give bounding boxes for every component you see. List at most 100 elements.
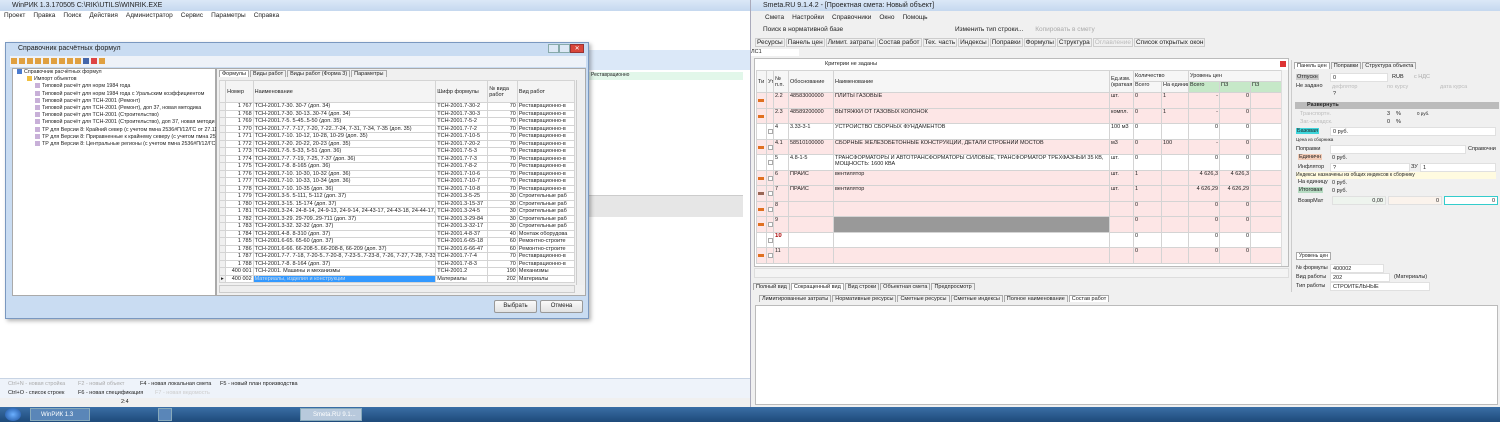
table-row[interactable]: 1 783 ТСН-2001.3-32. 32-32 (доп. 37) ТСН-2… [218, 222, 576, 231]
column-header-unit[interactable]: Ед.изм. (краткая [1109, 70, 1134, 93]
tab-2[interactable]: Лимит. затраты [825, 38, 876, 47]
lower-tab-3[interactable]: Сметные индексы [950, 295, 1003, 302]
table-row[interactable]: ▸ 400 002 Материалы, изделия и конструкции… [218, 274, 576, 283]
table-row[interactable]: 4 3.33-3-1 УСТРОЙСТВО СБОРНЫХ ФУНДАМЕНТОВ 1… [756, 123, 1284, 140]
table-row[interactable]: 9000 [756, 216, 1284, 233]
tab-8[interactable]: Структура [1056, 38, 1092, 47]
tree-item[interactable]: ТР для Версии 8: Крайний север (с учетом… [13, 127, 217, 134]
menu-item[interactable]: Проект [4, 12, 25, 19]
horizontal-scrollbar[interactable] [219, 285, 575, 293]
table-row[interactable]: 400 001 ТСН-2001. Машины и механизмы ТСН-2… [218, 267, 576, 276]
column-header-pz1[interactable]: ПЗ [1219, 81, 1252, 93]
table-row[interactable]: 1 787 ТСН-2001.7-7. 7-18, 7-20-5..7-20-8,… [218, 252, 576, 261]
table-row[interactable]: 1 781 ТСН-2001.3-24. 24-8-14, 24-9-13, 24… [218, 207, 576, 216]
table-row[interactable]: 1 774 ТСН-2001.7-7. 7-19, 7-25, 7-37 (доп… [218, 154, 576, 163]
close-button[interactable]: ✕ [570, 44, 584, 53]
otpusk-input[interactable]: 0 [1330, 73, 1388, 82]
taskbar-item-icon[interactable] [158, 408, 172, 421]
menu-item[interactable]: Администратор [126, 12, 173, 19]
table-row[interactable]: 11 0 0 0 [756, 247, 1284, 264]
column-header-ut[interactable]: Ут [766, 70, 774, 93]
expand-section[interactable]: Развернуть [1295, 102, 1499, 109]
tab-1[interactable]: Виды работ [249, 70, 287, 77]
view-tab-1[interactable]: Сокращенный вид [790, 283, 844, 290]
checkbox[interactable] [768, 144, 773, 150]
checkbox[interactable] [768, 175, 773, 181]
table-row[interactable]: 1 767 ТСН-2001.7-30. 30-7 (доп. 34) ТСН-20… [218, 102, 576, 111]
column-header[interactable]: Наименование [252, 80, 437, 103]
menu-item[interactable]: Справка [254, 12, 280, 19]
lower-tab-0[interactable]: Лимитированные затраты [759, 295, 832, 302]
column-header-name[interactable]: Наименование [833, 70, 1110, 93]
view-tab-2[interactable]: Вид строки [844, 283, 880, 290]
horizontal-scrollbar[interactable] [754, 268, 1289, 278]
table-row[interactable]: 1 771 ТСН-2001.7-10. 10-12, 10-28, 10-29 … [218, 132, 576, 141]
tab-4[interactable]: Тех. часть [922, 38, 958, 47]
tree-item[interactable]: ТР для Версии 8: Центральные регионы (с … [13, 141, 215, 148]
table-row[interactable]: 1 772 ТСН-2001.7-20. 20-22, 20-23 (доп. 3… [218, 139, 576, 148]
view-tab-3[interactable]: Объектная смета [880, 283, 931, 290]
tab-1[interactable]: Панель цен [785, 38, 825, 47]
view-tab-0[interactable]: Полный вид [753, 283, 790, 290]
change-type-button[interactable]: Изменить тип строки... [955, 26, 1023, 33]
search-norm-button[interactable]: Поиск в нормативной базе [763, 26, 843, 33]
tree-item[interactable]: Справочник расчётных формул [13, 69, 215, 76]
tab-10[interactable]: Список открытых окон [1133, 38, 1206, 47]
column-header-basis[interactable]: Обоснование [788, 70, 834, 93]
tab-6[interactable]: Поправки [989, 38, 1023, 47]
view-icon[interactable] [75, 58, 81, 64]
price-tab-1[interactable]: Поправки [1330, 62, 1362, 69]
table-row[interactable]: 1 780 ТСН-2001.3-15. 15-174 (доп. 37) ТСН-… [218, 199, 576, 208]
select-button[interactable]: Выбрать [494, 300, 537, 313]
taskbar-item-winrik[interactable]: WinРИК 1.3 [30, 408, 90, 421]
menu-item[interactable]: Поиск [63, 12, 81, 19]
table-row[interactable]: 1 776 ТСН-2001.7-10. 10-30, 10-32 (доп. 3… [218, 169, 576, 178]
filter-icon[interactable] [83, 58, 89, 64]
table-row[interactable]: 7 ПРАЙС вентилятор шт. 1 4 626,29 4 626,29 [756, 185, 1284, 202]
lower-tab-5[interactable]: Состав работ [1068, 295, 1110, 302]
tab-price-level[interactable]: Уровень цен [1296, 252, 1331, 260]
column-header-num[interactable]: № п.п. [773, 70, 789, 93]
table-row[interactable]: 4.1 58510100000 СБОРНЫЕ ЖЕЛЕЗОБЕТОННЫЕ КОН… [756, 138, 1284, 155]
checkbox[interactable] [768, 129, 773, 134]
copy-icon[interactable] [51, 58, 57, 64]
column-header[interactable]: Вид работ [516, 80, 576, 103]
column-header-qty_unit[interactable]: На единицу [1160, 81, 1190, 93]
table-row[interactable]: 8000 [756, 200, 1284, 217]
column-header-price_total[interactable]: Всего [1188, 81, 1221, 93]
menu-item[interactable]: Смета [765, 14, 784, 21]
vertical-scrollbar[interactable] [576, 80, 584, 285]
table-row[interactable]: 2.2 48583000000 ПЛИТЫ ГАЗОВЫЕ шт. 0 1-0 [756, 92, 1284, 109]
start-button[interactable] [5, 408, 21, 421]
export-icon[interactable] [99, 58, 105, 64]
copy-icon[interactable] [35, 58, 41, 64]
nds-checkbox[interactable]: с НДС [1414, 74, 1430, 80]
menu-item[interactable]: Помощь [902, 14, 927, 21]
copy-icon[interactable] [59, 58, 65, 64]
checkbox[interactable] [768, 222, 773, 227]
cancel-button[interactable]: Отмена [540, 300, 583, 313]
menu-item[interactable]: Окно [879, 14, 894, 21]
maximize-button[interactable] [559, 44, 571, 53]
lower-tab-2[interactable]: Сметные ресурсы [897, 295, 950, 302]
menu-item[interactable]: Правка [33, 12, 55, 19]
table-row[interactable]: 1 773 ТСН-2001.7-5. 5-33, 5-51 (доп. 36) Т… [218, 147, 576, 156]
tab-5[interactable]: Индексы [958, 38, 989, 47]
tab-3[interactable]: Параметры [351, 70, 387, 77]
menu-item[interactable]: Справочники [832, 14, 871, 21]
table-row[interactable]: 1 788 ТСН-2001.7-8. 8-164 (доп. 37) ТСН-20… [218, 259, 576, 268]
menu-item[interactable]: Настройки [792, 14, 824, 21]
lower-tab-1[interactable]: Нормативные ресурсы [832, 295, 897, 302]
tree-item[interactable]: Типовой расчёт для ТСН-2001 (Ремонт) [13, 98, 215, 105]
table-row[interactable]: 1 785 ТСН-2001.6-65. 65-60 (доп. 37) ТСН-2… [218, 237, 576, 246]
tree-item[interactable]: ТР для Версии 8: Приравненные к крайнему… [13, 134, 216, 141]
table-row[interactable]: 2.3 48589200000 ВЫТЯЖКИ ОТ ГАЗОВЫХ КОЛОНОК… [756, 107, 1284, 124]
table-row[interactable]: 1 769 ТСН-2001.7-5. 5-45..5-50 (доп. 35) Т… [218, 117, 576, 126]
table-row[interactable]: 5 4.8-1-5 ТРАНСФОРМАТОРЫ И АВТОТРАНСФОРМАТ… [756, 154, 1284, 171]
checkbox[interactable] [768, 191, 773, 196]
tab-2[interactable]: Виды работ (Форма 3) [287, 70, 351, 77]
checkbox[interactable] [768, 237, 773, 243]
close-filter-icon[interactable] [1280, 61, 1286, 67]
corrections-input[interactable] [1330, 145, 1466, 154]
table-row[interactable]: 1 779 ТСН-2001.3-5. 5-111, 5-112 (доп. 37… [218, 192, 576, 201]
